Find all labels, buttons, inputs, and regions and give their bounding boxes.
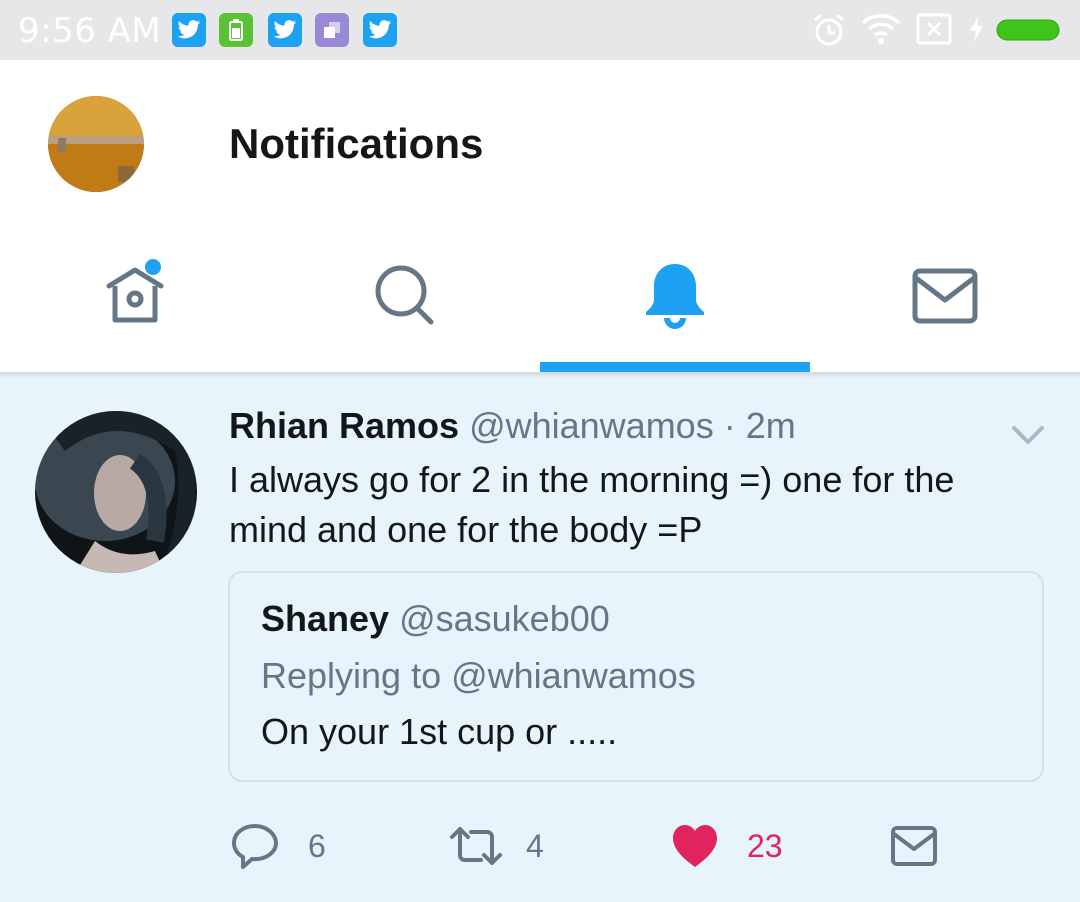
mail-icon: [891, 826, 937, 866]
separator: ·: [723, 405, 736, 446]
twitter-icon: [268, 13, 302, 47]
author-handle[interactable]: @whianwamos: [469, 405, 714, 446]
app-header: Notifications: [0, 60, 1080, 372]
quote-replying-to: Replying to @whianwamos: [261, 655, 696, 696]
mail-icon: [912, 268, 978, 324]
author-name[interactable]: Rhian Ramos: [229, 405, 459, 446]
battery-app-icon: [219, 13, 253, 47]
reply-count: 6: [308, 827, 326, 864]
no-sim-icon: [916, 12, 952, 51]
status-time: 9:56 AM: [18, 11, 162, 51]
author-avatar[interactable]: [35, 411, 197, 573]
quote-header: Shaney @sasukeb00: [261, 598, 610, 640]
retweet-icon: [450, 827, 502, 865]
retweet-count: 4: [526, 827, 544, 864]
profile-avatar[interactable]: [48, 96, 144, 192]
quote-text: On your 1st cup or .....: [261, 711, 618, 752]
app-icon: [315, 13, 349, 47]
header-divider: [0, 372, 1080, 378]
like-count: 23: [747, 827, 783, 864]
charging-icon: [966, 12, 986, 51]
chevron-down-icon[interactable]: [1008, 420, 1048, 455]
tab-home[interactable]: [0, 230, 270, 362]
reply-button[interactable]: 6: [230, 818, 326, 874]
quote-author-handle: @sasukeb00: [399, 598, 610, 639]
tab-notifications[interactable]: [540, 230, 810, 362]
battery-icon: [996, 19, 1064, 46]
page-title: Notifications: [229, 120, 484, 167]
tweet-time: 2m: [745, 405, 796, 446]
retweet-button[interactable]: 4: [448, 818, 544, 874]
tweet-text: I always go for 2 in the morning =) one …: [229, 459, 955, 550]
wifi-icon: [860, 12, 902, 51]
heart-icon: [673, 825, 717, 867]
new-content-badge: [145, 259, 161, 275]
status-bar: 9:56 AM: [0, 0, 1080, 60]
bell-icon: [646, 264, 704, 329]
quoted-tweet[interactable]: Shaney @sasukeb00 Replying to @whianwamo…: [228, 571, 1044, 782]
tweet-header: Rhian Ramos @whianwamos · 2m: [229, 405, 796, 447]
twitter-icon: [363, 13, 397, 47]
twitter-icon: [172, 13, 206, 47]
home-icon: [106, 259, 164, 323]
like-button[interactable]: 23: [671, 818, 783, 874]
alarm-icon: [812, 12, 846, 53]
tab-messages[interactable]: [810, 230, 1080, 362]
search-icon: [375, 265, 434, 325]
tab-search[interactable]: [270, 230, 540, 362]
active-tab-indicator: [540, 362, 810, 372]
quote-author-name: Shaney: [261, 598, 390, 639]
direct-message-button[interactable]: [890, 818, 938, 874]
reply-icon: [232, 824, 278, 869]
